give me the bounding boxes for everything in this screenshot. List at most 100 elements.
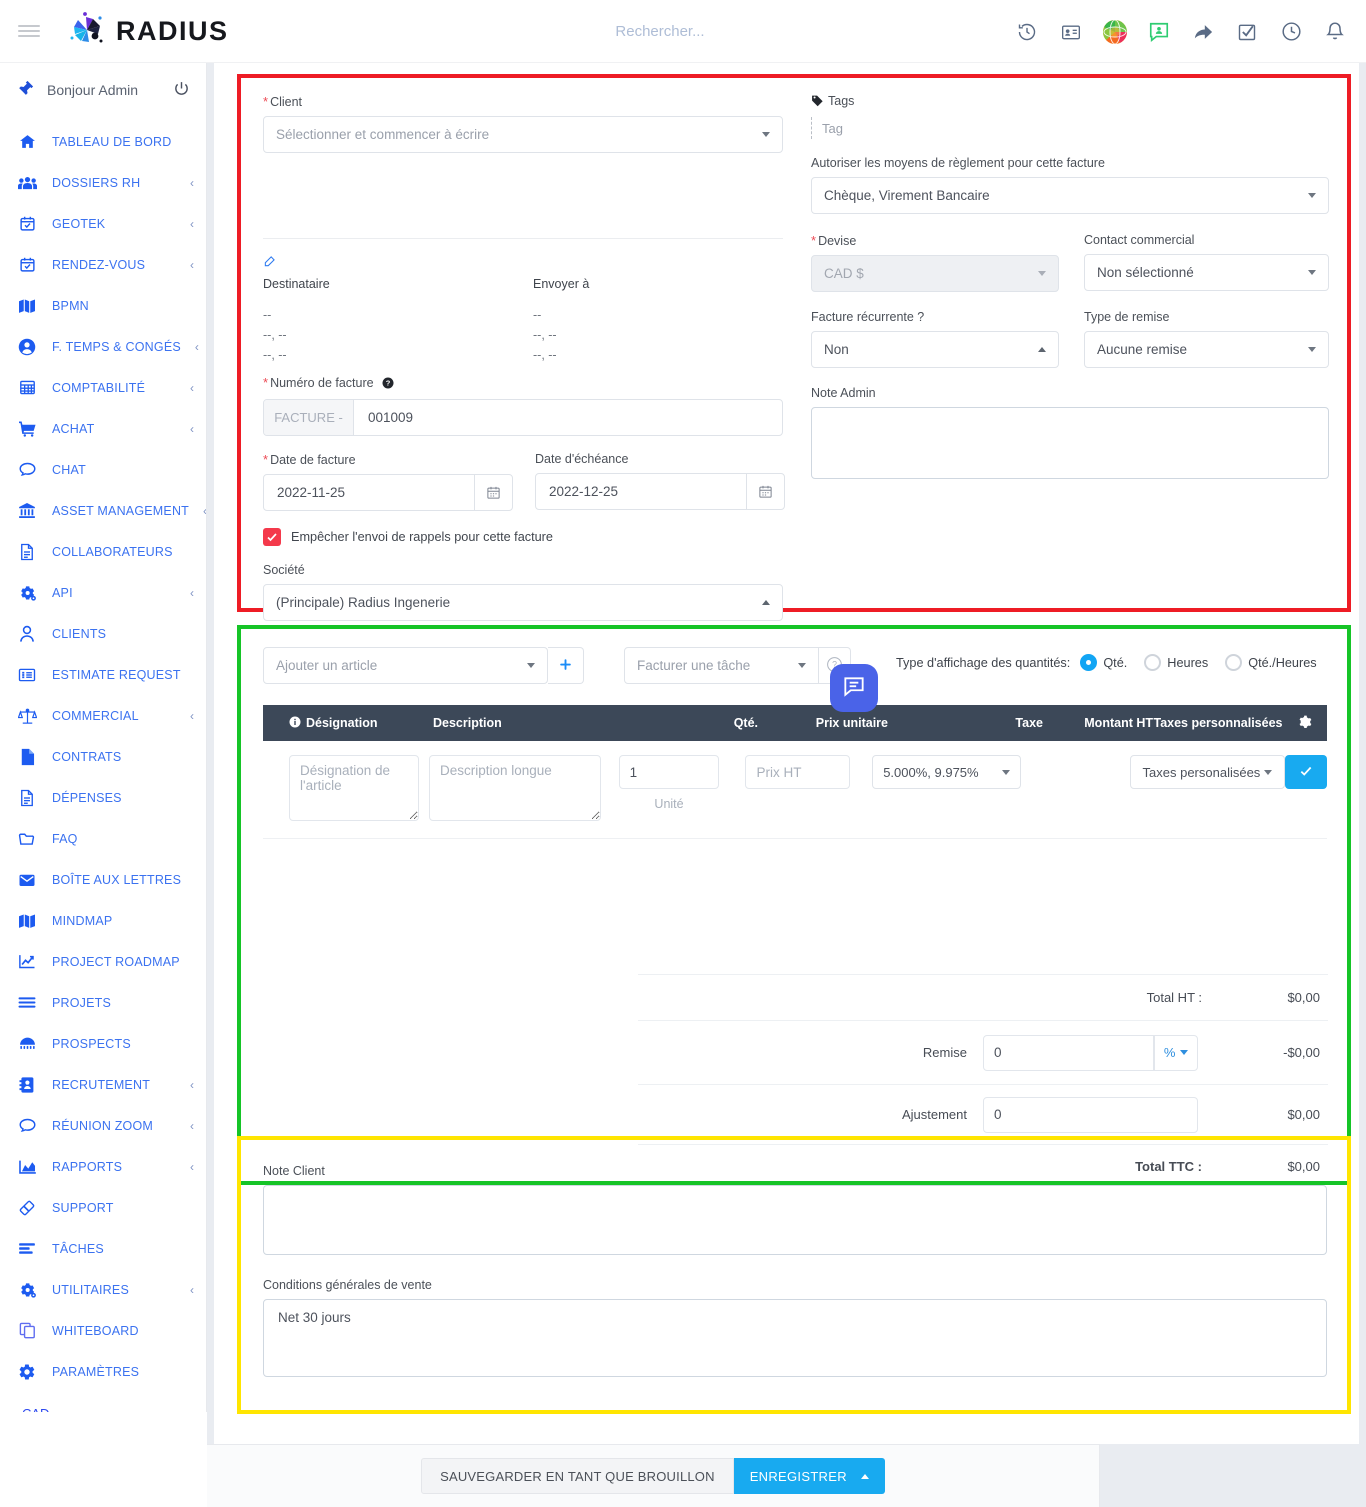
discount-type-select[interactable]: Aucune remise bbox=[1084, 331, 1329, 368]
sidebar-item-api[interactable]: API ‹ bbox=[0, 572, 206, 613]
forward-arrow-icon[interactable] bbox=[1190, 19, 1216, 45]
discount-row: Remise % -$0,00 bbox=[638, 1020, 1328, 1084]
sidebar-item-prospects[interactable]: PROSPECTS bbox=[0, 1023, 206, 1064]
col-designation[interactable]: Désignation bbox=[263, 716, 433, 731]
item-tax-select[interactable]: 5.000%, 9.975% bbox=[872, 755, 1021, 789]
adjustment-input[interactable] bbox=[983, 1096, 1198, 1133]
sidebar-item-project-roadmap[interactable]: PROJECT ROADMAP bbox=[0, 941, 206, 982]
discount-label: Remise bbox=[922, 1045, 967, 1060]
sidebar-item-mindmap[interactable]: MINDMAP bbox=[0, 900, 206, 941]
prevent-reminders-row[interactable]: Empêcher l'envoi de rappels pour cette f… bbox=[263, 528, 553, 546]
item-description-input[interactable] bbox=[428, 755, 601, 821]
bill-task-select[interactable]: Facturer une tâche bbox=[624, 647, 819, 684]
col-qty[interactable]: Qté. bbox=[628, 716, 758, 730]
item-confirm-button[interactable] bbox=[1285, 755, 1327, 789]
edit-pencil-icon[interactable] bbox=[263, 254, 277, 271]
sidebar-item-support[interactable]: SUPPORT bbox=[0, 1187, 206, 1228]
sidebar-item-rendez-vous[interactable]: RENDEZ-VOUS ‹ bbox=[0, 244, 206, 285]
sidebar-item-param-tres[interactable]: PARAMÈTRES bbox=[0, 1351, 206, 1392]
terms-textarea[interactable] bbox=[263, 1299, 1327, 1377]
qty-radio-qte[interactable]: Qté. bbox=[1080, 654, 1127, 671]
sidebar-item-r-union-zoom[interactable]: RÉUNION ZOOM ‹ bbox=[0, 1105, 206, 1146]
sidebar-item-collaborateurs[interactable]: COLLABORATEURS bbox=[0, 531, 206, 572]
client-note-textarea[interactable] bbox=[263, 1185, 1327, 1255]
company-select[interactable]: (Principale) Radius Ingenerie bbox=[263, 584, 783, 621]
client-select[interactable]: Sélectionner et commencer à écrire bbox=[263, 116, 783, 153]
save-button[interactable]: ENREGISTRER bbox=[733, 1458, 885, 1494]
chat-contact-icon[interactable] bbox=[1146, 19, 1172, 45]
discount-input[interactable] bbox=[983, 1034, 1155, 1071]
calendar-icon[interactable] bbox=[746, 474, 784, 509]
invoice-date-group[interactable]: 2022-11-25 bbox=[263, 474, 513, 511]
checkbox-task-icon[interactable] bbox=[1234, 19, 1260, 45]
due-date-input[interactable]: 2022-12-25 bbox=[536, 484, 746, 499]
sidebar-item-comptabilit[interactable]: COMPTABILITÉ ‹ bbox=[0, 367, 206, 408]
sidebar-item-f-temps-cong-s[interactable]: F. TEMPS & CONGÉS ‹ bbox=[0, 326, 206, 367]
sidebar-item-projets[interactable]: PROJETS bbox=[0, 982, 206, 1023]
sidebar-item-faq[interactable]: FAQ bbox=[0, 818, 206, 859]
item-qty-input[interactable] bbox=[618, 755, 720, 789]
calendar-icon[interactable] bbox=[474, 475, 512, 510]
invoice-number-group[interactable]: FACTURE - 001009 bbox=[263, 399, 783, 436]
add-item-select[interactable]: Ajouter un article bbox=[263, 647, 548, 684]
sidebar-item-asset-management[interactable]: ASSET MANAGEMENT ‹ bbox=[0, 490, 206, 531]
col-settings-gear[interactable] bbox=[1283, 715, 1327, 732]
sidebar-item-bo-te-aux-lettres[interactable]: BOÎTE AUX LETTRES bbox=[0, 859, 206, 900]
save-draft-button[interactable]: SAUVEGARDER EN TANT QUE BROUILLON bbox=[421, 1458, 734, 1494]
col-amount-ht[interactable]: Montant HT bbox=[1043, 716, 1153, 730]
clock-icon[interactable] bbox=[1278, 19, 1304, 45]
invoice-date-input[interactable]: 2022-11-25 bbox=[264, 485, 474, 500]
chat-fab-button[interactable] bbox=[830, 664, 878, 712]
item-price-input[interactable] bbox=[745, 755, 851, 789]
currency-field: * Devise CAD $ bbox=[811, 233, 1059, 292]
sidebar-item-clients[interactable]: CLIENTS bbox=[0, 613, 206, 654]
sidebar-item-contrats[interactable]: CONTRATS bbox=[0, 736, 206, 777]
sidebar-item-whiteboard[interactable]: WHITEBOARD bbox=[0, 1310, 206, 1351]
pin-icon bbox=[16, 79, 35, 101]
col-description[interactable]: Description bbox=[433, 716, 628, 730]
history-icon[interactable] bbox=[1014, 19, 1040, 45]
sidebar-item-utilitaires[interactable]: UTILITAIRES ‹ bbox=[0, 1269, 206, 1310]
recurring-select[interactable]: Non bbox=[811, 331, 1059, 368]
sidebar-item-geotek[interactable]: GEOTEK ‹ bbox=[0, 203, 206, 244]
discount-unit-dropdown[interactable]: % bbox=[1154, 1034, 1198, 1071]
sidebar-item-d-penses[interactable]: DÉPENSES bbox=[0, 777, 206, 818]
invoice-number-input[interactable]: 001009 bbox=[354, 410, 782, 425]
prevent-reminders-checkbox[interactable] bbox=[263, 528, 281, 546]
sidebar-item-t-ches[interactable]: TÂCHES bbox=[0, 1228, 206, 1269]
global-search[interactable] bbox=[430, 0, 890, 63]
sidebar-item-tableau-de-bord[interactable]: TABLEAU DE BORD bbox=[0, 121, 206, 162]
sidebar-item-rapports[interactable]: RAPPORTS ‹ bbox=[0, 1146, 206, 1187]
col-tax[interactable]: Taxe bbox=[888, 716, 1043, 730]
sidebar-currency-label[interactable]: CAD bbox=[22, 1406, 190, 1412]
payment-methods-select[interactable]: Chèque, Virement Bancaire bbox=[811, 177, 1329, 214]
logout-power-icon[interactable] bbox=[173, 80, 190, 100]
bell-icon[interactable] bbox=[1322, 19, 1348, 45]
contact-card-icon[interactable] bbox=[1058, 19, 1084, 45]
sidebar-item-estimate-request[interactable]: ESTIMATE REQUEST bbox=[0, 654, 206, 695]
sidebar-item-commercial[interactable]: COMMERCIAL ‹ bbox=[0, 695, 206, 736]
search-input[interactable] bbox=[430, 22, 890, 41]
item-unit-label: Unité bbox=[654, 797, 684, 811]
due-date-group[interactable]: 2022-12-25 bbox=[535, 473, 785, 510]
menu-toggle-icon[interactable] bbox=[18, 25, 40, 37]
item-designation-input[interactable] bbox=[289, 755, 419, 821]
client-note-field: Note Client bbox=[263, 1164, 1327, 1255]
admin-note-textarea[interactable] bbox=[811, 407, 1329, 479]
add-item-button[interactable] bbox=[548, 647, 584, 684]
col-unit-price[interactable]: Prix unitaire bbox=[758, 716, 888, 730]
color-globe-icon[interactable] bbox=[1102, 19, 1128, 45]
sidebar-item-recrutement[interactable]: RECRUTEMENT ‹ bbox=[0, 1064, 206, 1105]
brand-logo-area[interactable]: RADIUS bbox=[66, 10, 229, 52]
sidebar-item-dossiers-rh[interactable]: DOSSIERS RH ‹ bbox=[0, 162, 206, 203]
sidebar-item-chat[interactable]: CHAT bbox=[0, 449, 206, 490]
qty-radio-qte-heures[interactable]: Qté./Heures bbox=[1225, 654, 1317, 671]
sidebar-item-achat[interactable]: ACHAT ‹ bbox=[0, 408, 206, 449]
question-circle-icon[interactable]: ? bbox=[382, 377, 394, 392]
tags-input[interactable]: Tag bbox=[811, 117, 1329, 139]
sidebar-item-bpmn[interactable]: BPMN bbox=[0, 285, 206, 326]
qty-radio-heures[interactable]: Heures bbox=[1144, 654, 1208, 671]
item-custom-taxes-dropdown[interactable]: Taxes personalisées bbox=[1129, 755, 1285, 789]
sales-contact-select[interactable]: Non sélectionné bbox=[1084, 254, 1329, 291]
col-custom-taxes[interactable]: Taxes personnalisées bbox=[1153, 716, 1283, 730]
